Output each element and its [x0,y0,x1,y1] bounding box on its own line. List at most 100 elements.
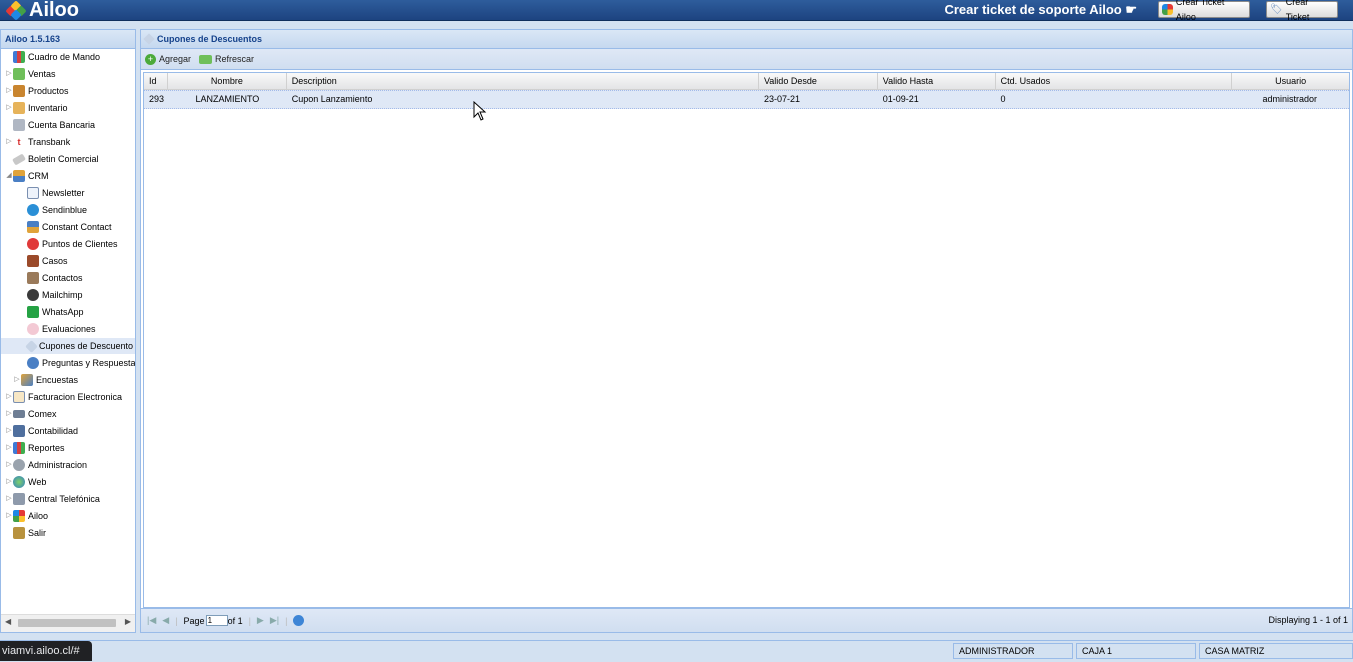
column-header-description[interactable]: Description [287,73,759,89]
sidebar-item-transbank[interactable]: ▷ t Transbank [5,134,70,150]
sidebar-item-central-telefonica[interactable]: ▷ Central Telefónica [5,491,100,507]
page-number-input[interactable] [205,615,228,626]
sidebar-item-ailoo[interactable]: ▷ Ailoo [5,508,48,524]
sidebar-horizontal-scrollbar[interactable]: ◀ ▶ [1,614,135,632]
coupons-grid: Id Nombre Description Valido Desde Valid… [143,72,1350,608]
truck-icon [13,410,25,418]
scrollbar-thumb[interactable] [18,619,116,627]
expand-icon[interactable]: ▷ [5,508,13,524]
expand-icon[interactable]: ▷ [5,134,13,150]
sidebar-item-productos[interactable]: ▷ Productos [5,83,69,99]
sidebar-item-inventario[interactable]: ▷ Inventario [5,100,68,116]
expand-icon[interactable]: ▷ [5,100,13,116]
column-header-nombre[interactable]: Nombre [168,73,287,89]
collapse-icon[interactable]: ◢ [5,168,13,184]
column-header-valido-hasta[interactable]: Valido Hasta [878,73,996,89]
sidebar-item-salir[interactable]: Salir [5,525,46,541]
refresh-button[interactable]: Refrescar [199,54,254,64]
sidebar-item-reportes[interactable]: ▷ Reportes [5,440,65,456]
expand-icon[interactable]: ▷ [5,440,13,456]
cell-nombre: LANZAMIENTO [195,94,260,104]
sidebar-item-facturacion-electronica[interactable]: ▷ Facturacion Electronica [5,389,122,405]
prev-page-icon[interactable]: ◀ [162,615,169,626]
column-header-usuario[interactable]: Usuario [1232,73,1349,89]
panel-title: Cupones de Descuentos [157,34,263,44]
table-row[interactable]: 293 LANZAMIENTO Cupon Lanzamiento 23-07-… [144,90,1349,109]
sidebar-item-label: Casos [42,256,68,266]
create-ticket-button[interactable]: 🏷 Crear Ticket [1266,0,1338,22]
pager-separator: | [175,615,178,626]
column-header-ctd-usados[interactable]: Ctd. Usados [996,73,1233,89]
refresh-grid-icon[interactable] [293,615,305,626]
sidebar-item-label: Inventario [28,103,68,113]
scroll-left-icon[interactable]: ◀ [5,617,11,626]
last-page-icon[interactable]: ▶| [270,615,279,626]
sidebar-item-label: Reportes [28,443,65,453]
support-label: Crear ticket de soporte Ailoo [944,2,1122,17]
cell-usuario: administrador [1262,94,1317,104]
sidebar-item-constant-contact[interactable]: Constant Contact [19,219,112,235]
sidebar-item-crm[interactable]: ◢ CRM [5,168,49,184]
expand-icon[interactable]: ▷ [5,406,13,422]
nav-tree: Cuadro de Mando ▷ Ventas ▷ Productos ▷ Inve… [1,49,135,614]
sidebar-item-label: Cupones de Descuento [39,341,134,351]
sidebar-item-administracion[interactable]: ▷ Administracion [5,457,87,473]
gear-icon [13,459,25,471]
expand-icon[interactable]: ▷ [13,372,21,388]
sendinblue-icon [27,204,39,216]
sidebar-item-boletin-comercial[interactable]: Boletin Comercial [5,151,99,167]
sidebar-item-contactos[interactable]: Contactos [19,270,83,286]
expand-icon[interactable]: ▷ [5,389,13,405]
sidebar-item-sendinblue[interactable]: Sendinblue [19,202,87,218]
exit-icon [13,527,25,539]
sidebar-item-whatsapp[interactable]: WhatsApp [19,304,84,320]
cell-valido-desde: 23-07-21 [763,94,800,104]
expand-icon[interactable]: ▷ [5,83,13,99]
sidebar-item-encuestas[interactable]: ▷ Encuestas [13,372,78,388]
expand-icon[interactable]: ▷ [5,66,13,82]
ailoo-logo-icon [5,0,27,21]
column-header-valido-desde[interactable]: Valido Desde [759,73,878,89]
create-ticket-ailoo-button[interactable]: Crear Ticket Ailoo [1158,0,1250,22]
expand-icon[interactable]: ▷ [5,457,13,473]
sidebar-item-label: Puntos de Clientes [42,239,118,249]
sidebar-item-preguntas-y-respuestas[interactable]: Preguntas y Respuestas [19,355,135,371]
sidebar-item-puntos-de-clientes[interactable]: Puntos de Clientes [19,236,118,252]
scroll-right-icon[interactable]: ▶ [125,617,131,626]
sidebar-item-label: Cuenta Bancaria [28,120,96,130]
ailoo-logo[interactable]: Ailoo [5,0,79,21]
status-caja: CAJA 1 [1076,643,1196,659]
sidebar-item-web[interactable]: ▷ Web [5,474,46,490]
sidebar-item-contabilidad[interactable]: ▷ Contabilidad [5,423,78,439]
sidebar-item-comex[interactable]: ▷ Comex [5,406,57,422]
sidebar-item-cuadro-de-mando[interactable]: Cuadro de Mando [5,49,100,65]
sidebar-item-casos[interactable]: Casos [19,253,68,269]
expand-icon[interactable]: ▷ [5,423,13,439]
add-button[interactable]: + Agregar [145,53,191,65]
column-header-id[interactable]: Id [144,73,168,89]
package-icon [13,102,25,114]
sidebar-item-label: Facturacion Electronica [28,392,123,402]
sidebar-item-label: Productos [28,86,69,96]
transbank-icon: t [17,137,21,147]
sidebar-item-cupones-de-descuento[interactable]: Cupones de Descuento [1,338,135,354]
sidebar-item-label: Sendinblue [42,205,88,215]
chart-icon [13,51,25,63]
sidebar-item-label: Salir [28,528,47,538]
top-bar: Ailoo Crear ticket de soporte Ailoo ☛ Cr… [0,0,1353,22]
next-page-icon[interactable]: ▶ [257,615,264,626]
sidebar-item-ventas[interactable]: ▷ Ventas [5,66,56,82]
sidebar-item-label: Encuestas [36,375,79,385]
add-icon: + [145,53,156,65]
sidebar-item-label: Comex [28,409,57,419]
sidebar-item-evaluaciones[interactable]: Evaluaciones [19,321,96,337]
expand-icon[interactable]: ▷ [5,491,13,507]
sidebar-item-mailchimp[interactable]: Mailchimp [19,287,83,303]
expand-icon[interactable]: ▷ [5,474,13,490]
refresh-label: Refrescar [215,54,255,64]
sidebar-item-cuenta-bancaria[interactable]: Cuenta Bancaria [5,117,95,133]
first-page-icon[interactable]: |◀ [147,615,156,626]
sidebar-item-label: Constant Contact [42,222,112,232]
sidebar-item-newsletter[interactable]: Newsletter [19,185,85,201]
pager-separator: | [285,615,288,626]
